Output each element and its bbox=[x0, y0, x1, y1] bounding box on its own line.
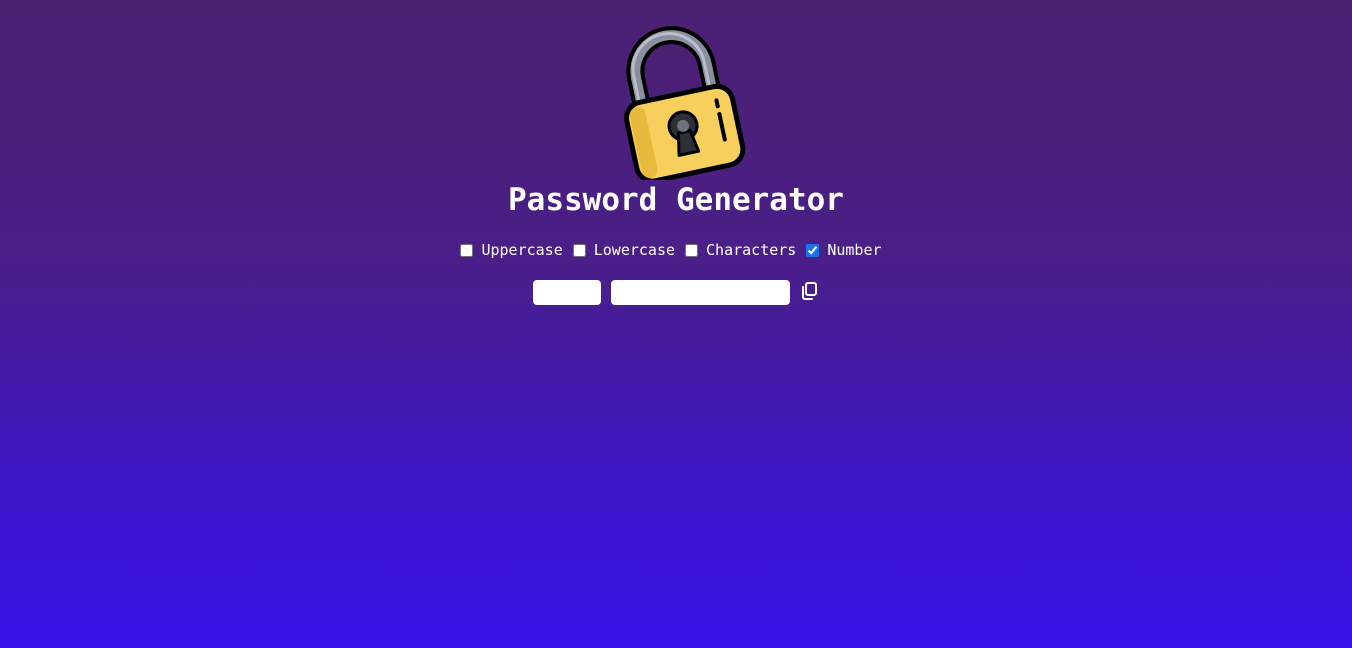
option-characters: Characters bbox=[685, 240, 801, 260]
copy-icon[interactable] bbox=[799, 281, 819, 301]
uppercase-checkbox[interactable] bbox=[460, 243, 474, 257]
option-lowercase: Lowercase bbox=[572, 240, 680, 260]
characters-checkbox[interactable] bbox=[685, 243, 699, 257]
padlock-icon bbox=[624, 26, 746, 180]
option-number: Number bbox=[806, 240, 886, 260]
lowercase-checkbox[interactable] bbox=[572, 243, 586, 257]
options-row: Uppercase Lowercase Characters Number bbox=[0, 240, 1352, 260]
number-label[interactable]: Number bbox=[827, 240, 881, 260]
page-title: Password Generator bbox=[508, 182, 844, 218]
lowercase-label[interactable]: Lowercase bbox=[594, 240, 675, 260]
password-output-field[interactable] bbox=[611, 280, 790, 305]
characters-label[interactable]: Characters bbox=[706, 240, 796, 260]
controls-row bbox=[0, 280, 1352, 305]
number-checkbox[interactable] bbox=[806, 243, 820, 257]
generate-button[interactable] bbox=[533, 280, 601, 305]
option-uppercase: Uppercase bbox=[460, 240, 567, 260]
uppercase-label[interactable]: Uppercase bbox=[481, 240, 562, 260]
password-generator-page: Password Generator Uppercase Lowercase C… bbox=[0, 0, 1352, 648]
